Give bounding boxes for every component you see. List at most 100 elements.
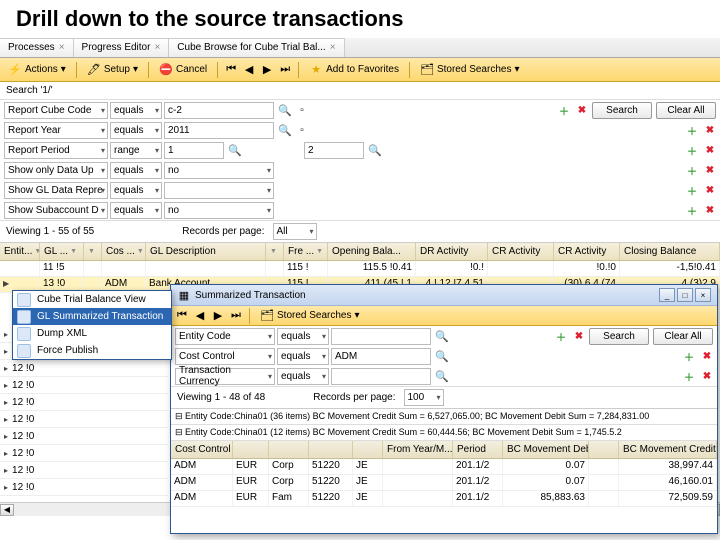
group-summary[interactable]: ⊟ Entity Code:China01 (12 items) BC Move… xyxy=(171,425,717,441)
remove-filter-icon[interactable]: ✖ xyxy=(576,104,588,116)
filter-op[interactable]: range xyxy=(110,142,162,159)
col[interactable]: Cost Control xyxy=(171,441,233,458)
remove-filter-icon[interactable]: ✖ xyxy=(701,370,713,382)
nav-last-icon[interactable]: ⏭ xyxy=(278,63,292,77)
scroll-left-icon[interactable]: ◀ xyxy=(0,504,14,516)
filter-value[interactable] xyxy=(331,368,431,385)
add-filter-icon[interactable]: ＋ xyxy=(555,330,567,342)
stored-searches-menu[interactable]: 🗂Stored Searches ▾ xyxy=(256,309,364,323)
col[interactable] xyxy=(309,441,353,458)
col-closing[interactable]: Closing Balance xyxy=(620,243,720,260)
col[interactable]: BC Movement Debit xyxy=(503,441,589,458)
add-filter-icon[interactable]: ＋ xyxy=(558,104,570,116)
col-cr[interactable]: CR Activity xyxy=(488,243,554,260)
minimize-button[interactable]: _ xyxy=(659,288,675,302)
lookup-icon[interactable]: 🔍 xyxy=(368,143,382,157)
tab-cube-browse[interactable]: Cube Browse for Cube Trial Bal...× xyxy=(169,38,344,57)
filter-icon[interactable]: ▼ xyxy=(137,248,144,255)
lookup-icon[interactable]: 🔍 xyxy=(278,103,292,117)
filter-field[interactable]: Show GL Data Repre xyxy=(4,182,108,199)
filter-op[interactable]: equals xyxy=(277,368,329,385)
filter-icon[interactable]: ▼ xyxy=(70,248,77,255)
filter-field[interactable]: Cost Control xyxy=(175,348,275,365)
table-row[interactable]: ADMEURFam51220JE201.1/285,883.6372,509.5… xyxy=(171,491,717,507)
filter-op[interactable]: equals xyxy=(277,328,329,345)
close-icon[interactable]: × xyxy=(154,42,160,53)
close-button[interactable]: × xyxy=(695,288,711,302)
rpp-select[interactable]: 100 xyxy=(404,389,444,406)
group-summary[interactable]: ⊟ Entity Code:China01 (36 items) BC Move… xyxy=(171,409,717,425)
table-row[interactable]: ▸12 !0 xyxy=(0,445,168,462)
clear-all-button[interactable]: Clear All xyxy=(656,102,716,119)
nav-prev-icon[interactable]: ◀ xyxy=(242,63,256,77)
table-row[interactable]: ▸12 !0 xyxy=(0,462,168,479)
col[interactable] xyxy=(233,441,269,458)
col-opening[interactable]: Opening Bala... xyxy=(328,243,416,260)
stored-searches-menu[interactable]: 🗂Stored Searches ▾ xyxy=(416,63,524,77)
filter-field[interactable]: Show only Data Up xyxy=(4,162,108,179)
remove-filter-icon[interactable]: ✖ xyxy=(704,184,716,196)
nav-next-icon[interactable]: ▶ xyxy=(211,309,225,323)
tab-progress-editor[interactable]: Progress Editor× xyxy=(74,38,170,57)
nav-last-icon[interactable]: ⏭ xyxy=(229,309,243,323)
table-row[interactable]: ▸12 !0 xyxy=(0,411,168,428)
table-row[interactable]: ▸12 !0 xyxy=(0,394,168,411)
col[interactable] xyxy=(353,441,383,458)
table-row[interactable]: ▸12 !0 xyxy=(0,428,168,445)
setup-menu[interactable]: 🖊Setup ▾ xyxy=(83,63,142,77)
filter-field[interactable]: Report Cube Code xyxy=(4,102,108,119)
add-favorite-button[interactable]: ★Add to Favorites xyxy=(305,63,403,77)
filter-value[interactable]: no xyxy=(164,162,274,179)
remove-filter-icon[interactable]: ✖ xyxy=(701,350,713,362)
col-cos[interactable]: Cos ...▼ xyxy=(102,243,146,260)
filter-value[interactable]: ADM xyxy=(331,348,431,365)
lookup-icon[interactable]: 🔍 xyxy=(278,123,292,137)
add-filter-icon[interactable]: ＋ xyxy=(683,370,695,382)
nav-first-icon[interactable]: ⏮ xyxy=(175,309,189,323)
filter-value[interactable] xyxy=(164,182,274,199)
filter-op[interactable]: equals xyxy=(110,102,162,119)
lookup-icon[interactable]: 🔍 xyxy=(435,329,449,343)
rpp-select[interactable]: All xyxy=(273,223,317,240)
filter-value[interactable]: 1 xyxy=(164,142,224,159)
filter-value[interactable]: 2011 xyxy=(164,122,274,139)
filter-field[interactable]: Report Year xyxy=(4,122,108,139)
filter-field[interactable]: Entity Code xyxy=(175,328,275,345)
remove-filter-icon[interactable]: ✖ xyxy=(704,164,716,176)
search-button[interactable]: Search xyxy=(592,102,652,119)
cancel-button[interactable]: ⛔Cancel xyxy=(155,63,211,77)
col-blank[interactable]: ▼ xyxy=(84,243,102,260)
actions-menu[interactable]: ⚡Actions ▾ xyxy=(4,63,70,77)
filter-op[interactable]: equals xyxy=(110,162,162,179)
filter-op[interactable]: equals xyxy=(110,182,162,199)
table-row[interactable]: ADMEURCorp51220JE201.1/20.0738,997.44 xyxy=(171,459,717,475)
col[interactable]: Period xyxy=(453,441,503,458)
filter-value[interactable]: c-2 xyxy=(164,102,274,119)
menu-item-cube-view[interactable]: Cube Trial Balance View xyxy=(13,291,171,308)
clear-icon[interactable]: ▫ xyxy=(296,104,308,116)
remove-filter-icon[interactable]: ✖ xyxy=(704,124,716,136)
add-filter-icon[interactable]: ＋ xyxy=(686,144,698,156)
add-filter-icon[interactable]: ＋ xyxy=(686,164,698,176)
col-gl[interactable]: GL ...▼ xyxy=(40,243,84,260)
remove-filter-icon[interactable]: ✖ xyxy=(704,204,716,216)
add-filter-icon[interactable]: ＋ xyxy=(683,350,695,362)
close-icon[interactable]: × xyxy=(59,42,65,53)
nav-first-icon[interactable]: ⏮ xyxy=(224,63,238,77)
add-filter-icon[interactable]: ＋ xyxy=(686,124,698,136)
filter-op[interactable]: equals xyxy=(110,122,162,139)
menu-item-force-publish[interactable]: Force Publish xyxy=(13,342,171,359)
col-fre[interactable]: Fre ...▼ xyxy=(284,243,328,260)
table-row[interactable]: ▸12 !0 xyxy=(0,377,168,394)
remove-filter-icon[interactable]: ✖ xyxy=(704,144,716,156)
table-row[interactable]: 11 !5115 !115.5 !0.41!0.!!0.!0-1,5!0.41 xyxy=(0,261,720,277)
col[interactable]: BC Movement Credit xyxy=(619,441,717,458)
table-row[interactable]: ▸12 !0 xyxy=(0,479,168,496)
col-dr[interactable]: DR Activity xyxy=(416,243,488,260)
table-row[interactable]: ▸12 !0 xyxy=(0,360,168,377)
nav-next-icon[interactable]: ▶ xyxy=(260,63,274,77)
add-filter-icon[interactable]: ＋ xyxy=(686,204,698,216)
lookup-icon[interactable]: 🔍 xyxy=(435,349,449,363)
close-icon[interactable]: × xyxy=(330,42,336,53)
clear-icon[interactable]: ▫ xyxy=(296,124,308,136)
